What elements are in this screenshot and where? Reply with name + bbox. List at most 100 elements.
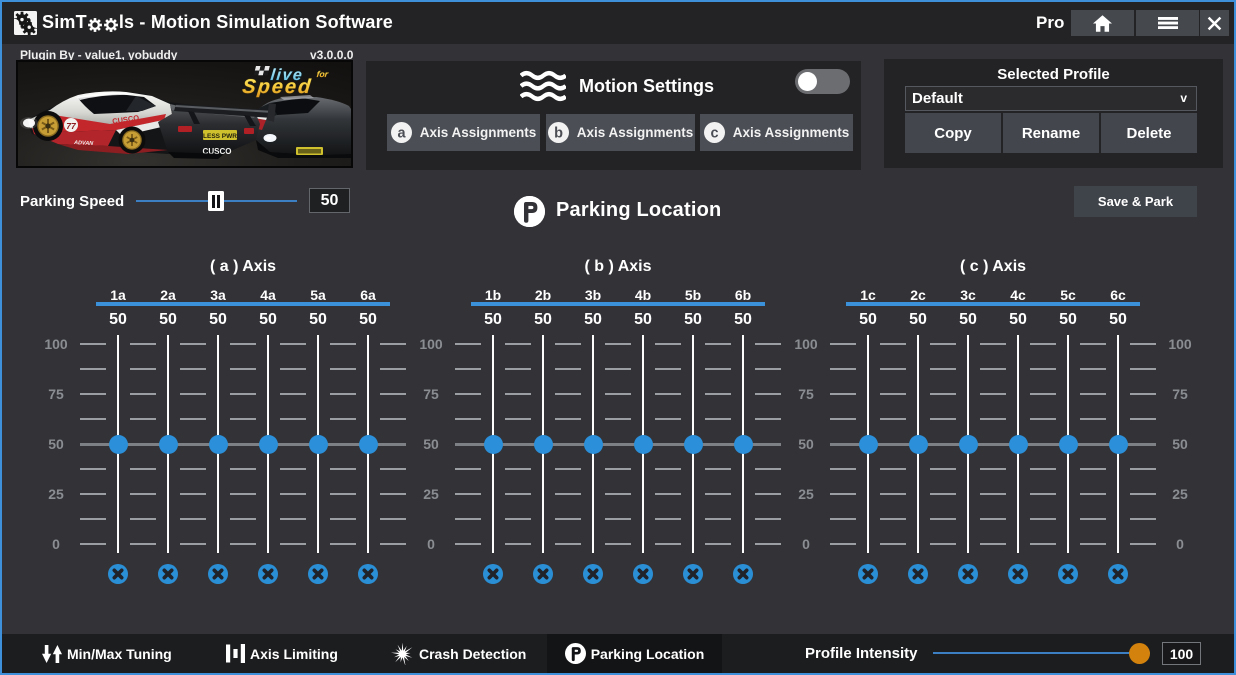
axis-value-1a: 50 bbox=[98, 311, 138, 329]
tick-dash bbox=[755, 493, 781, 495]
tick-dash bbox=[930, 518, 956, 520]
home-button[interactable] bbox=[1071, 10, 1134, 36]
axis-reset-button-2c[interactable] bbox=[908, 564, 928, 584]
axis-assignments-a-button[interactable]: a Axis Assignments bbox=[387, 114, 540, 151]
tick-dash bbox=[455, 343, 481, 345]
axis-slider-thumb-1a[interactable] bbox=[109, 435, 128, 454]
tick-dash bbox=[1080, 518, 1106, 520]
tick-dash bbox=[505, 368, 531, 370]
profile-intensity-slider-thumb[interactable] bbox=[1129, 643, 1150, 664]
save-and-park-button[interactable]: Save & Park bbox=[1074, 186, 1197, 217]
axis-reset-button-4b[interactable] bbox=[633, 564, 653, 584]
circle-c-icon: c bbox=[704, 122, 725, 143]
axis-channel-label-6b: 6b bbox=[723, 287, 763, 303]
copy-button[interactable]: Copy bbox=[905, 113, 1001, 153]
axis-slider-thumb-6c[interactable] bbox=[1109, 435, 1128, 454]
tick-dash bbox=[380, 468, 406, 470]
tab-parking-location[interactable]: Parking Location bbox=[547, 634, 722, 673]
axis-value-3a: 50 bbox=[198, 311, 238, 329]
tick-dash bbox=[330, 393, 356, 395]
axis-reset-button-3c[interactable] bbox=[958, 564, 978, 584]
axis-slider-thumb-1c[interactable] bbox=[859, 435, 878, 454]
tick-dash bbox=[605, 543, 631, 545]
axis-slider-thumb-3a[interactable] bbox=[209, 435, 228, 454]
tick-dash bbox=[930, 543, 956, 545]
motion-settings-toggle[interactable] bbox=[795, 69, 850, 94]
axis-slider-thumb-5a[interactable] bbox=[309, 435, 328, 454]
parking-p-icon bbox=[514, 196, 545, 227]
axis-assignments-b-button[interactable]: b Axis Assignments bbox=[546, 114, 695, 151]
axis-reset-button-1c[interactable] bbox=[858, 564, 878, 584]
axis-reset-button-1a[interactable] bbox=[108, 564, 128, 584]
scale-label-50: 50 bbox=[1160, 436, 1200, 452]
axis-slider-thumb-3b[interactable] bbox=[584, 435, 603, 454]
axis-slider-thumb-6a[interactable] bbox=[359, 435, 378, 454]
tick-dash bbox=[505, 493, 531, 495]
tick-dash bbox=[705, 343, 731, 345]
axis-slider-thumb-2a[interactable] bbox=[159, 435, 178, 454]
selected-profile-title: Selected Profile bbox=[884, 66, 1223, 83]
x-circle-icon bbox=[733, 564, 753, 584]
axis-slider-thumb-3c[interactable] bbox=[959, 435, 978, 454]
profile-intensity-slider-track[interactable] bbox=[933, 652, 1150, 654]
axis-slider-thumb-1b[interactable] bbox=[484, 435, 503, 454]
axis-assignments-c-button[interactable]: c Axis Assignments bbox=[700, 114, 853, 151]
profile-select[interactable]: Default v bbox=[905, 86, 1197, 111]
axis-slider-thumb-5c[interactable] bbox=[1059, 435, 1078, 454]
axis-reset-button-2a[interactable] bbox=[158, 564, 178, 584]
axis-reset-button-1b[interactable] bbox=[483, 564, 503, 584]
axis-reset-button-6c[interactable] bbox=[1108, 564, 1128, 584]
parking-speed-slider-thumb[interactable] bbox=[208, 191, 224, 211]
tab-axis-limiting[interactable]: Axis Limiting bbox=[226, 634, 338, 673]
axis-slider-thumb-5b[interactable] bbox=[684, 435, 703, 454]
delete-button[interactable]: Delete bbox=[1101, 113, 1197, 153]
tick-dash bbox=[330, 468, 356, 470]
axis-reset-button-6a[interactable] bbox=[358, 564, 378, 584]
tick-dash bbox=[1130, 518, 1156, 520]
tick-dash bbox=[880, 468, 906, 470]
axis-reset-button-5a[interactable] bbox=[308, 564, 328, 584]
tick-dash bbox=[280, 543, 306, 545]
tick-dash bbox=[555, 368, 581, 370]
x-circle-icon bbox=[358, 564, 378, 584]
tab-crash-detection[interactable]: Crash Detection bbox=[391, 634, 526, 673]
axis-slider-thumb-4b[interactable] bbox=[634, 435, 653, 454]
tick-dash bbox=[180, 518, 206, 520]
close-button[interactable] bbox=[1200, 10, 1229, 36]
toggle-knob bbox=[798, 72, 817, 91]
tick-dash bbox=[830, 393, 856, 395]
axis-channel-label-1b: 1b bbox=[473, 287, 513, 303]
menu-button[interactable] bbox=[1136, 10, 1199, 36]
axis-reset-button-6b[interactable] bbox=[733, 564, 753, 584]
axis-reset-button-4a[interactable] bbox=[258, 564, 278, 584]
window-title-post: ls - Motion Simulation Software bbox=[119, 12, 393, 33]
tick-dash bbox=[830, 368, 856, 370]
axis-channel-label-4a: 4a bbox=[248, 287, 288, 303]
x-circle-icon bbox=[633, 564, 653, 584]
rename-button[interactable]: Rename bbox=[1003, 113, 1099, 153]
axis-slider-thumb-2c[interactable] bbox=[909, 435, 928, 454]
motion-settings-title: Motion Settings bbox=[579, 76, 714, 97]
tick-dash bbox=[605, 393, 631, 395]
axis-slider-thumb-4c[interactable] bbox=[1009, 435, 1028, 454]
axis-slider-thumb-2b[interactable] bbox=[534, 435, 553, 454]
axis-reset-button-5c[interactable] bbox=[1058, 564, 1078, 584]
axis-reset-button-4c[interactable] bbox=[1008, 564, 1028, 584]
axis-channel-label-4c: 4c bbox=[998, 287, 1038, 303]
axis-reset-button-3a[interactable] bbox=[208, 564, 228, 584]
tab-minmax-tuning[interactable]: Min/Max Tuning bbox=[42, 634, 172, 673]
x-circle-icon bbox=[908, 564, 928, 584]
axis-assignments-label: Axis Assignments bbox=[577, 125, 694, 140]
axis-reset-button-5b[interactable] bbox=[683, 564, 703, 584]
gear-o-icon bbox=[88, 18, 102, 32]
tick-dash bbox=[330, 343, 356, 345]
close-icon bbox=[1207, 16, 1222, 31]
axis-slider-thumb-6b[interactable] bbox=[734, 435, 753, 454]
axis-reset-button-2b[interactable] bbox=[533, 564, 553, 584]
axis-reset-button-3b[interactable] bbox=[583, 564, 603, 584]
tick-dash bbox=[1030, 493, 1056, 495]
tick-dash bbox=[605, 493, 631, 495]
axis-slider-thumb-4a[interactable] bbox=[259, 435, 278, 454]
tick-dash bbox=[180, 493, 206, 495]
tick-dash bbox=[980, 468, 1006, 470]
